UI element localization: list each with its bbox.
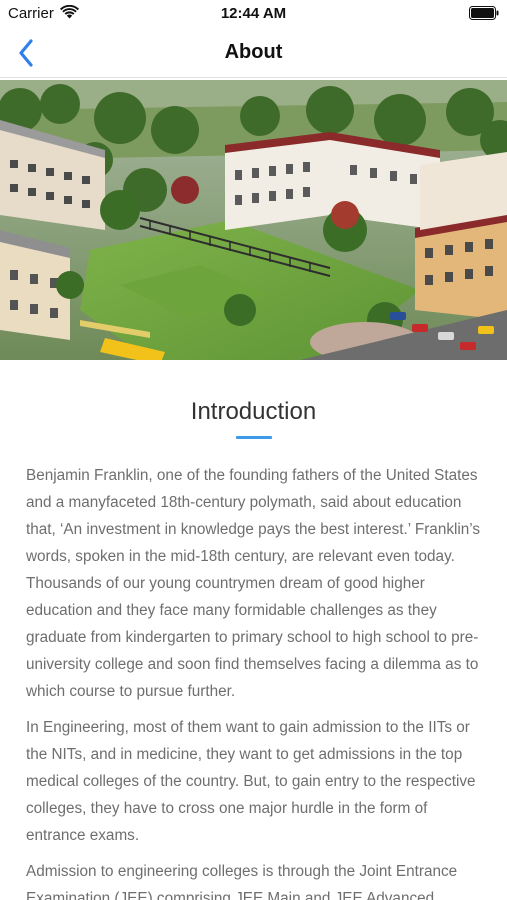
intro-body: Benjamin Franklin, one of the founding f…	[26, 462, 484, 900]
about-content: Introduction Benjamin Franklin, one of t…	[0, 360, 507, 900]
navigation-bar: About	[0, 28, 507, 78]
intro-paragraph: Admission to engineering colleges is thr…	[26, 863, 458, 900]
campus-hero-image	[0, 80, 507, 360]
clock-time: 12:44 AM	[220, 5, 287, 22]
heading-underline	[236, 436, 272, 439]
intro-paragraph: Benjamin Franklin, one of the founding f…	[26, 467, 481, 700]
status-bar: Carrier 12:44 AM	[0, 0, 507, 28]
battery-icon	[469, 6, 499, 20]
section-heading: Introduction	[190, 398, 317, 425]
page-title: About	[224, 41, 283, 63]
intro-paragraph: In Engineering, most of them want to gai…	[26, 719, 476, 844]
